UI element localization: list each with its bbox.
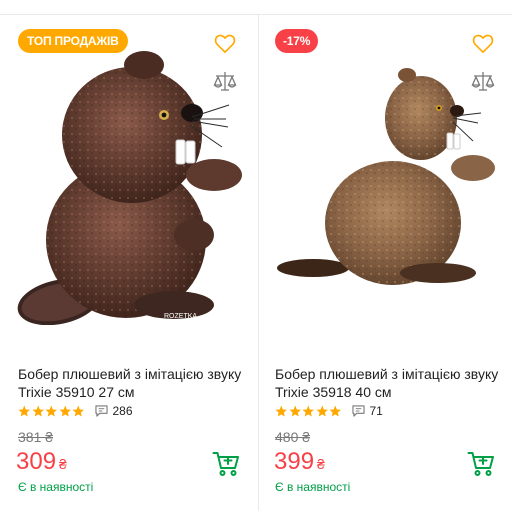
reviews-link[interactable]: 286	[94, 404, 133, 418]
rating: 71	[275, 404, 383, 418]
heart-icon[interactable]	[472, 34, 494, 54]
star-icon	[289, 405, 301, 417]
price-value: 309	[16, 448, 57, 475]
heart-icon[interactable]	[214, 34, 236, 54]
star-icon	[45, 405, 57, 417]
product-grid: ROZETKA ТОП ПРОДАЖІВ Бобер плюшевий з ім…	[0, 0, 512, 511]
add-to-cart-icon[interactable]	[212, 451, 240, 477]
currency-symbol: ₴	[317, 456, 325, 472]
comment-icon	[94, 405, 108, 417]
watermark: ROZETKA	[164, 313, 197, 320]
old-price: 381 ₴	[18, 429, 54, 445]
product-card: -17% Бобер плюшевий з імітацією звуку Tr…	[259, 15, 512, 511]
star-icon	[32, 405, 44, 417]
comment-icon	[351, 405, 365, 417]
add-to-cart-icon[interactable]	[467, 451, 495, 477]
star-icon	[329, 405, 341, 417]
price: 399 ₴	[274, 448, 325, 476]
beaver-plush-photo	[277, 68, 495, 285]
rating-stars	[275, 405, 342, 417]
rating-stars	[18, 405, 85, 417]
star-icon	[72, 405, 84, 417]
old-price: 480 ₴	[275, 429, 311, 445]
star-icon	[18, 405, 30, 417]
currency-symbol: ₴	[59, 456, 67, 472]
star-icon	[275, 405, 287, 417]
reviews-count: 286	[112, 404, 133, 418]
compare-scales-icon[interactable]	[471, 70, 495, 92]
product-image[interactable]: ROZETKA	[14, 35, 244, 326]
product-card: ROZETKA ТОП ПРОДАЖІВ Бобер плюшевий з ім…	[0, 15, 258, 511]
price-value: 399	[274, 448, 315, 475]
top-sales-badge: ТОП ПРОДАЖІВ	[18, 29, 128, 53]
availability-status: Є в наявності	[18, 480, 94, 494]
compare-scales-icon[interactable]	[213, 70, 237, 92]
star-icon	[59, 405, 71, 417]
availability-status: Є в наявності	[275, 480, 351, 494]
product-image[interactable]	[273, 63, 498, 303]
star-icon	[302, 405, 314, 417]
beaver-plush-photo: ROZETKA	[17, 51, 242, 326]
star-icon	[316, 405, 328, 417]
discount-badge: -17%	[275, 29, 319, 53]
product-title[interactable]: Бобер плюшевий з імітацією звуку Trixie …	[18, 365, 248, 401]
price: 309 ₴	[16, 448, 67, 476]
reviews-count: 71	[369, 404, 383, 418]
reviews-link[interactable]: 71	[351, 404, 383, 418]
product-title[interactable]: Бобер плюшевий з імітацією звуку Trixie …	[275, 365, 505, 401]
rating: 286	[18, 404, 133, 418]
